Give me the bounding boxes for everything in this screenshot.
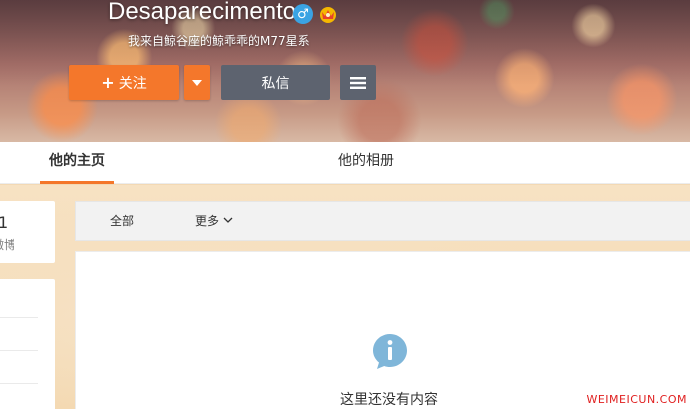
filter-more-dropdown[interactable]: 更多 [195,212,233,229]
male-gender-icon: ♂ [293,4,313,24]
chevron-down-icon [223,217,233,223]
info-icon [373,334,407,369]
weibo-count[interactable]: 1 [0,213,8,232]
weibo-count-label: 微博 [0,236,14,253]
hamburger-icon [350,76,366,89]
stats-card [0,201,55,263]
more-menu-button[interactable] [340,65,376,100]
divider [0,350,38,351]
feed-filter-bar [75,201,690,241]
filter-more-label: 更多 [195,214,220,228]
follow-dropdown-button[interactable] [184,65,210,100]
caret-down-icon [192,79,202,86]
divider [0,383,38,384]
tab-home[interactable]: 他的主页 [40,142,114,184]
profile-tab-bar: 他的主页 他的相册 [0,142,690,184]
message-button-label: 私信 [261,75,290,92]
message-button[interactable]: 私信 [221,65,330,100]
plus-icon: + [101,72,115,92]
tab-album[interactable]: 他的相册 [338,142,394,184]
follow-button-label: 关注 [118,75,147,92]
divider [0,317,38,318]
profile-username: Desaparecimento [108,0,297,25]
sidebar-info-card [0,279,55,409]
watermark: WEIMEICUN.COM [586,393,687,406]
follow-button[interactable]: + 关注 [69,65,179,100]
feed-content-area [75,251,690,409]
vip-crown-icon[interactable] [318,4,338,24]
profile-bio: 我来自鲸谷座的鲸乖乖的M77星系 [128,34,310,48]
empty-state-message: 这里还没有内容 [340,392,438,408]
filter-all-tab[interactable]: 全部 [110,212,134,229]
weibo-count-label-text: 微博 [0,238,14,252]
